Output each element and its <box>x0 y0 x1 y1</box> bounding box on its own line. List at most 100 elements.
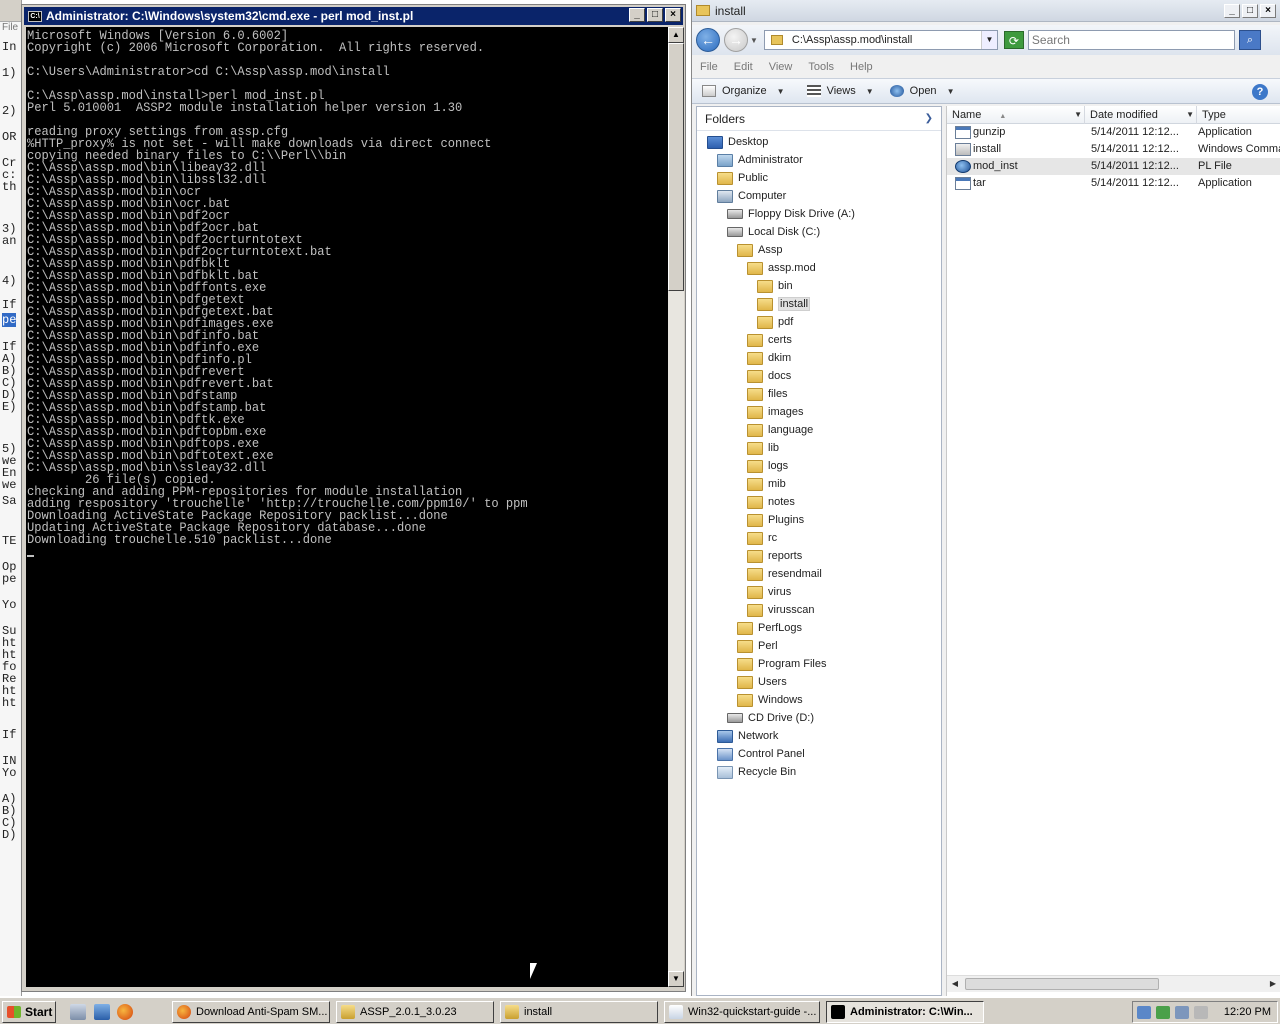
column-name[interactable]: Name ▲ ▼ <box>947 106 1085 124</box>
tree-item-program-files[interactable]: Program Files <box>737 655 826 673</box>
console-output[interactable]: Microsoft Windows [Version 6.0.6002] Copy… <box>26 27 668 987</box>
tree-item-computer[interactable]: Computer <box>717 187 786 205</box>
tree-item-administrator[interactable]: Administrator <box>717 151 803 169</box>
show-desktop-icon[interactable] <box>70 1004 86 1020</box>
tree-item-windows[interactable]: Windows <box>737 691 803 709</box>
volume-icon[interactable] <box>1194 1005 1208 1019</box>
organize-button[interactable]: Organize ▼ <box>702 85 785 97</box>
search-icon[interactable]: ⌕ <box>1238 30 1261 50</box>
network-tray-icon[interactable] <box>1137 1005 1151 1019</box>
tree-item-public[interactable]: Public <box>717 169 768 187</box>
console-scrollbar[interactable]: ▲ ▼ <box>668 27 684 987</box>
search-input[interactable]: Search <box>1027 30 1235 50</box>
tree-item-assp-mod[interactable]: assp.mod <box>747 259 816 277</box>
tree-item-recycle-bin[interactable]: Recycle Bin <box>717 763 796 781</box>
tree-item-desktop[interactable]: Desktop <box>707 133 768 151</box>
help-icon[interactable]: ? <box>1252 84 1268 100</box>
tree-item-cd-drive-d[interactable]: CD Drive (D:) <box>727 709 814 727</box>
tree-item-network[interactable]: Network <box>717 727 778 745</box>
menu-item-help[interactable]: Help <box>850 61 873 73</box>
minimize-button[interactable]: _ <box>1224 4 1240 18</box>
taskbar-button[interactable]: install <box>500 1001 658 1023</box>
background-window[interactable]: File In 1) 2) OR Cr c: th 3) an 4) If pe If A) B) C) D) E)… <box>0 0 22 996</box>
scroll-left-arrow-icon[interactable]: ◀ <box>947 976 963 992</box>
tree-item-virusscan[interactable]: virusscan <box>747 601 814 619</box>
collapse-chevron-icon[interactable]: ❯ <box>925 113 933 124</box>
tree-item-virus[interactable]: virus <box>747 583 791 601</box>
column-type[interactable]: Type <box>1197 106 1280 124</box>
tree-item-files[interactable]: files <box>747 385 788 403</box>
tree-item-images[interactable]: images <box>747 403 803 421</box>
tree-item-rc[interactable]: rc <box>747 529 777 547</box>
column-date-modified[interactable]: Date modified ▼ <box>1085 106 1197 124</box>
address-dropdown-icon[interactable]: ▼ <box>980 31 997 49</box>
minimize-button[interactable]: _ <box>629 8 645 22</box>
scroll-down-arrow-icon[interactable]: ▼ <box>668 971 684 987</box>
maximize-button[interactable]: □ <box>647 8 663 22</box>
open-button[interactable]: Open ▼ <box>889 85 954 97</box>
file-list-hscrollbar[interactable]: ◀ ▶ <box>947 975 1280 992</box>
tree-item-reports[interactable]: reports <box>747 547 802 565</box>
filter-dropdown-icon[interactable]: ▼ <box>1074 106 1082 124</box>
taskbar-button[interactable]: Win32-quickstart-guide -... <box>664 1001 820 1023</box>
tree-item-bin[interactable]: bin <box>757 277 793 295</box>
start-button[interactable]: Start <box>2 1001 56 1023</box>
clock[interactable]: 12:20 PM <box>1224 1006 1271 1018</box>
cmd-window[interactable]: C:\ Administrator: C:\Windows\system32\c… <box>21 4 686 992</box>
file-row[interactable]: mod_inst 5/14/2011 12:12... PL File <box>947 158 1280 175</box>
tree-item-certs[interactable]: certs <box>747 331 792 349</box>
scroll-thumb[interactable] <box>668 43 684 291</box>
filter-dropdown-icon[interactable]: ▼ <box>1186 106 1194 124</box>
tree-item-perflogs[interactable]: PerfLogs <box>737 619 802 637</box>
file-row[interactable]: install 5/14/2011 12:12... Windows Comma <box>947 141 1280 158</box>
folders-header[interactable]: Folders ❯ <box>697 107 941 131</box>
scroll-up-arrow-icon[interactable]: ▲ <box>668 27 684 43</box>
back-arrow-icon[interactable]: ← <box>696 28 720 52</box>
tree-item-users[interactable]: Users <box>737 673 787 691</box>
menu-item-view[interactable]: View <box>769 61 793 73</box>
views-button[interactable]: Views ▼ <box>806 85 874 97</box>
file-row[interactable]: gunzip 5/14/2011 12:12... Application <box>947 124 1280 141</box>
tree-item-pdf[interactable]: pdf <box>757 313 793 331</box>
tree-item-floppy-disk-drive-a[interactable]: Floppy Disk Drive (A:) <box>727 205 855 223</box>
scroll-right-arrow-icon[interactable]: ▶ <box>1265 976 1280 992</box>
taskbar-button[interactable]: Administrator: C:\Win... <box>826 1001 984 1023</box>
refresh-icon[interactable]: ⟳ <box>1003 31 1024 49</box>
tree-item-mib[interactable]: mib <box>747 475 786 493</box>
scroll-thumb[interactable] <box>965 978 1159 990</box>
navigation-pane[interactable]: Folders ❯ Desktop Administrator Public Comp… <box>696 106 942 996</box>
tree-item-resendmail[interactable]: resendmail <box>747 565 822 583</box>
tree-item-assp[interactable]: Assp <box>737 241 782 259</box>
tree-item-lib[interactable]: lib <box>747 439 779 457</box>
maximize-button[interactable]: □ <box>1242 4 1258 18</box>
forward-arrow-icon[interactable]: → <box>724 28 748 52</box>
taskbar-button[interactable]: Download Anti-Spam SM... <box>172 1001 330 1023</box>
tree-item-dkim[interactable]: dkim <box>747 349 791 367</box>
address-bar[interactable]: C:\Assp\assp.mod\install ▼ <box>763 30 998 50</box>
tree-item-notes[interactable]: notes <box>747 493 795 511</box>
explorer-window[interactable]: install _ □ × ← → ▼ C:\Assp\assp.mod\ins… <box>691 0 1280 996</box>
tree-item-perl[interactable]: Perl <box>737 637 778 655</box>
tree-item-language[interactable]: language <box>747 421 813 439</box>
menu-item-tools[interactable]: Tools <box>808 61 834 73</box>
tree-item-control-panel[interactable]: Control Panel <box>717 745 805 763</box>
tree-item-local-disk-c[interactable]: Local Disk (C:) <box>727 223 820 241</box>
file-row[interactable]: tar 5/14/2011 12:12... Application <box>947 175 1280 192</box>
tree-item-logs[interactable]: logs <box>747 457 788 475</box>
firefox-icon[interactable] <box>117 1004 133 1020</box>
background-window-titlebar[interactable] <box>0 0 21 22</box>
close-button[interactable]: × <box>1260 4 1276 18</box>
tree-item-install[interactable]: install <box>757 295 811 313</box>
server-manager-icon[interactable] <box>94 1004 110 1020</box>
history-dropdown-icon[interactable]: ▼ <box>750 36 758 45</box>
file-list[interactable]: Name ▲ ▼ Date modified ▼ Type gunzip 5/14/… <box>946 106 1280 996</box>
security-tray-icon[interactable] <box>1156 1005 1170 1019</box>
menu-item-file[interactable]: File <box>700 61 718 73</box>
cmd-titlebar[interactable]: C:\ Administrator: C:\Windows\system32\c… <box>24 7 683 25</box>
connection-tray-icon[interactable] <box>1175 1005 1189 1019</box>
taskbar-button[interactable]: ASSP_2.0.1_3.0.23 <box>336 1001 494 1023</box>
explorer-titlebar[interactable]: install _ □ × <box>692 0 1280 22</box>
tree-item-plugins[interactable]: Plugins <box>747 511 804 529</box>
close-button[interactable]: × <box>665 8 681 22</box>
tree-item-docs[interactable]: docs <box>747 367 791 385</box>
